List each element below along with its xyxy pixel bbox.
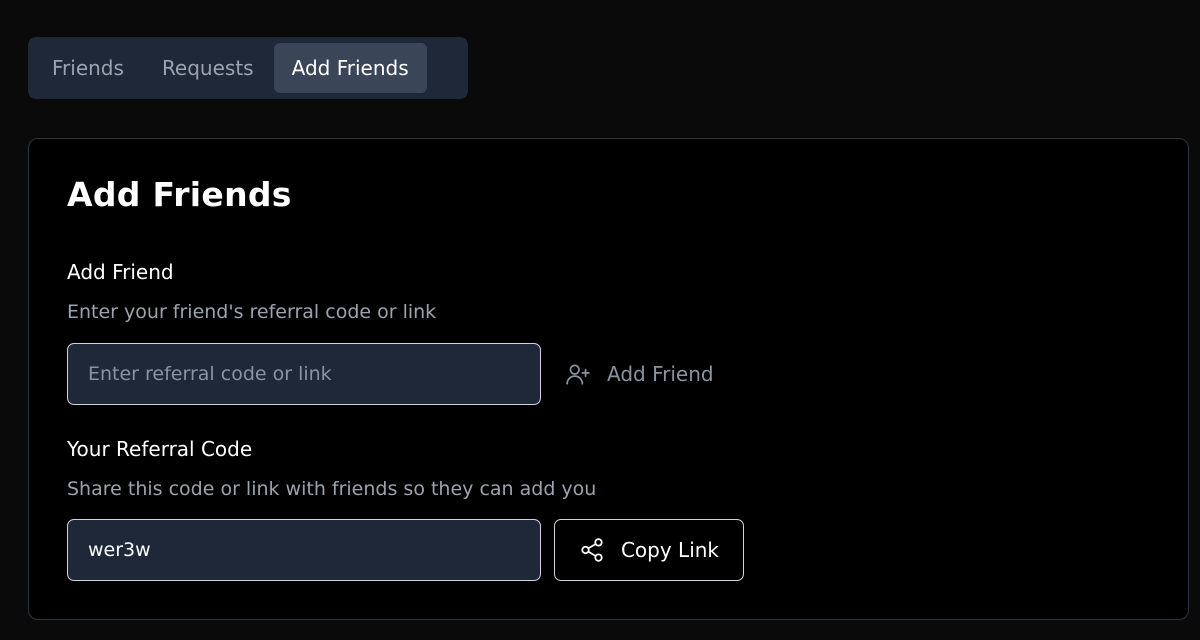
tab-bar: Friends Requests Add Friends bbox=[28, 37, 468, 99]
referral-code-description: Share this code or link with friends so … bbox=[67, 478, 597, 500]
add-friend-button[interactable]: Add Friend bbox=[553, 343, 726, 405]
add-friends-card: Add Friends Add Friend Enter your friend… bbox=[28, 138, 1189, 620]
user-plus-icon bbox=[565, 361, 591, 387]
copy-link-button[interactable]: Copy Link bbox=[554, 519, 744, 581]
referral-code-input[interactable] bbox=[67, 343, 541, 405]
tab-add-friends[interactable]: Add Friends bbox=[273, 43, 427, 93]
share-icon bbox=[579, 537, 605, 563]
referral-code-label: Your Referral Code bbox=[67, 437, 253, 461]
tab-requests[interactable]: Requests bbox=[144, 43, 272, 93]
add-friend-button-label: Add Friend bbox=[607, 362, 714, 386]
your-referral-code-field[interactable] bbox=[67, 519, 541, 581]
card-title: Add Friends bbox=[67, 175, 292, 214]
copy-link-button-label: Copy Link bbox=[620, 538, 720, 562]
add-friend-description: Enter your friend's referral code or lin… bbox=[67, 301, 437, 323]
tab-friends[interactable]: Friends bbox=[34, 43, 142, 93]
add-friend-label: Add Friend bbox=[67, 260, 174, 284]
